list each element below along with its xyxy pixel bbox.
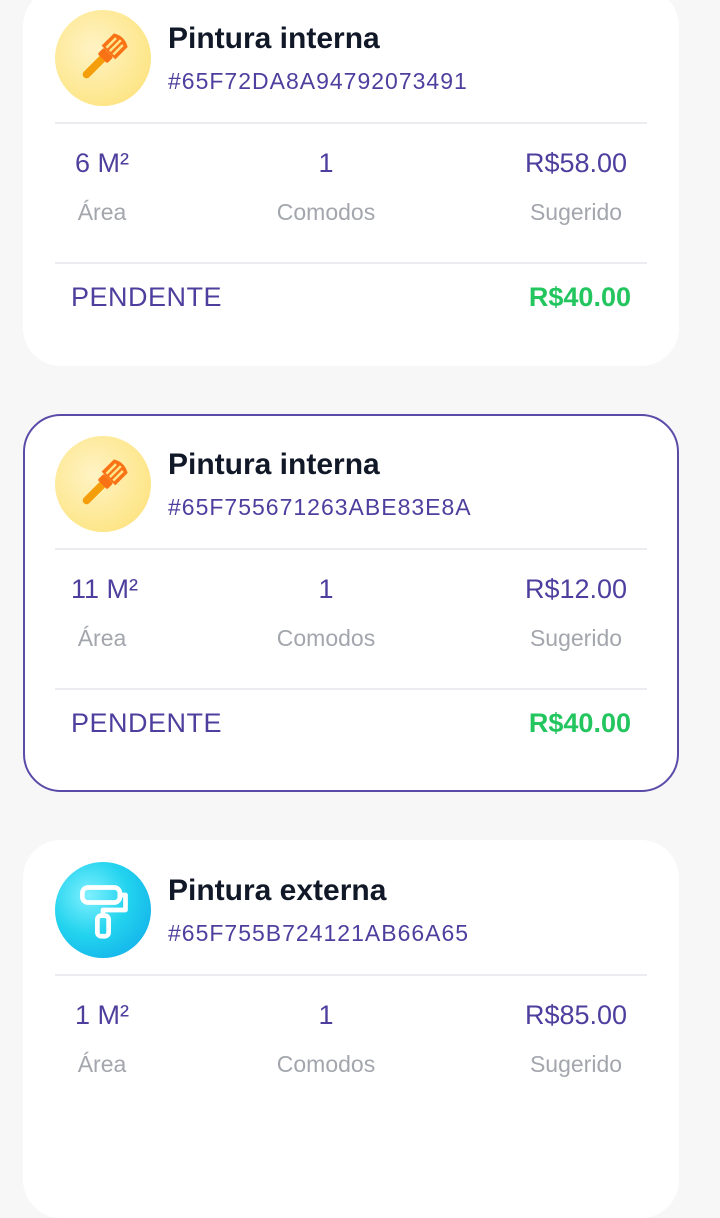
service-code: #65F755671263ABE83E8A xyxy=(168,494,472,520)
suggested-value: R$85.00 xyxy=(524,1000,628,1030)
price-value: R$40.00 xyxy=(528,282,631,312)
area-value: 1 M² xyxy=(75,1000,129,1030)
area-stat: 11 M² Área xyxy=(71,574,139,652)
rooms-label: Comodos xyxy=(276,625,376,651)
paint-brush-icon xyxy=(55,10,151,106)
rooms-stat: 1 Comodos xyxy=(267,148,385,226)
suggested-label: Sugerido xyxy=(529,199,623,225)
service-title: Pintura interna xyxy=(168,448,380,481)
rooms-value: 1 xyxy=(318,574,334,604)
suggested-label: Sugerido xyxy=(529,1051,623,1077)
area-label: Área xyxy=(77,199,127,225)
service-card[interactable]: Pintura interna #65F72DA8A94792073491 6 … xyxy=(23,0,679,366)
area-label: Área xyxy=(77,1051,127,1077)
suggested-label: Sugerido xyxy=(529,625,623,651)
area-label: Área xyxy=(77,625,127,651)
paint-roller-icon xyxy=(55,862,151,958)
rooms-value: 1 xyxy=(318,148,334,178)
area-stat: 6 M² Área xyxy=(71,148,133,226)
divider xyxy=(55,122,647,124)
rooms-label: Comodos xyxy=(276,199,376,225)
rooms-stat: 1 Comodos xyxy=(267,574,385,652)
area-stat: 1 M² Área xyxy=(71,1000,133,1078)
divider xyxy=(55,974,647,976)
status-badge: PENDENTE xyxy=(71,708,223,738)
service-title: Pintura externa xyxy=(168,874,387,907)
rooms-value: 1 xyxy=(318,1000,334,1030)
service-code: #65F72DA8A94792073491 xyxy=(168,68,468,94)
divider xyxy=(55,262,647,264)
area-value: 6 M² xyxy=(75,148,129,178)
paint-brush-icon xyxy=(55,436,151,532)
area-value: 11 M² xyxy=(71,574,139,604)
service-card[interactable]: Pintura externa #65F755B724121AB66A65 1 … xyxy=(23,840,679,1218)
rooms-stat: 1 Comodos xyxy=(267,1000,385,1078)
suggested-stat: R$85.00 Sugerido xyxy=(520,1000,632,1078)
status-badge: PENDENTE xyxy=(71,282,223,312)
rooms-label: Comodos xyxy=(276,1051,376,1077)
service-code: #65F755B724121AB66A65 xyxy=(168,920,470,946)
price-value: R$40.00 xyxy=(528,708,631,738)
suggested-value: R$12.00 xyxy=(524,574,628,604)
divider xyxy=(55,548,647,550)
divider xyxy=(55,688,647,690)
service-title: Pintura interna xyxy=(168,22,380,55)
suggested-stat: R$58.00 Sugerido xyxy=(520,148,632,226)
suggested-value: R$58.00 xyxy=(524,148,628,178)
suggested-stat: R$12.00 Sugerido xyxy=(520,574,632,652)
service-card-selected[interactable]: Pintura interna #65F755671263ABE83E8A 11… xyxy=(23,414,679,792)
